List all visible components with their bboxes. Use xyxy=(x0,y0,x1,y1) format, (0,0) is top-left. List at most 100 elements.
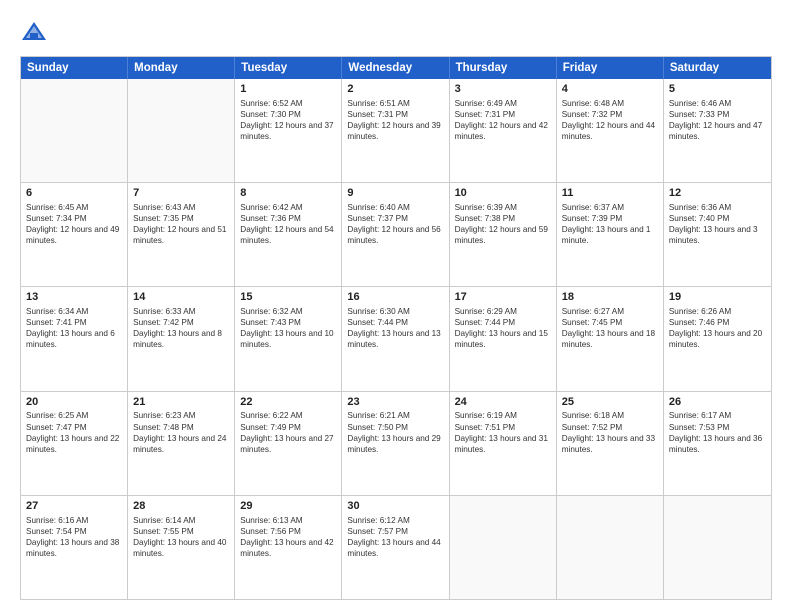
calendar-cell xyxy=(557,496,664,599)
day-info: Sunrise: 6:21 AM Sunset: 7:50 PM Dayligh… xyxy=(347,410,443,454)
day-info: Sunrise: 6:25 AM Sunset: 7:47 PM Dayligh… xyxy=(26,410,122,454)
calendar-cell: 20Sunrise: 6:25 AM Sunset: 7:47 PM Dayli… xyxy=(21,392,128,495)
day-number: 22 xyxy=(240,395,336,410)
calendar-cell: 5Sunrise: 6:46 AM Sunset: 7:33 PM Daylig… xyxy=(664,79,771,182)
day-info: Sunrise: 6:39 AM Sunset: 7:38 PM Dayligh… xyxy=(455,202,551,246)
calendar-cell: 10Sunrise: 6:39 AM Sunset: 7:38 PM Dayli… xyxy=(450,183,557,286)
weekday-header-sunday: Sunday xyxy=(21,57,128,79)
day-info: Sunrise: 6:16 AM Sunset: 7:54 PM Dayligh… xyxy=(26,515,122,559)
day-info: Sunrise: 6:34 AM Sunset: 7:41 PM Dayligh… xyxy=(26,306,122,350)
calendar-cell: 3Sunrise: 6:49 AM Sunset: 7:31 PM Daylig… xyxy=(450,79,557,182)
day-number: 7 xyxy=(133,186,229,201)
day-info: Sunrise: 6:33 AM Sunset: 7:42 PM Dayligh… xyxy=(133,306,229,350)
calendar-cell: 1Sunrise: 6:52 AM Sunset: 7:30 PM Daylig… xyxy=(235,79,342,182)
day-info: Sunrise: 6:17 AM Sunset: 7:53 PM Dayligh… xyxy=(669,410,766,454)
day-info: Sunrise: 6:19 AM Sunset: 7:51 PM Dayligh… xyxy=(455,410,551,454)
day-info: Sunrise: 6:52 AM Sunset: 7:30 PM Dayligh… xyxy=(240,98,336,142)
calendar-cell: 8Sunrise: 6:42 AM Sunset: 7:36 PM Daylig… xyxy=(235,183,342,286)
day-info: Sunrise: 6:14 AM Sunset: 7:55 PM Dayligh… xyxy=(133,515,229,559)
day-info: Sunrise: 6:51 AM Sunset: 7:31 PM Dayligh… xyxy=(347,98,443,142)
calendar-cell: 30Sunrise: 6:12 AM Sunset: 7:57 PM Dayli… xyxy=(342,496,449,599)
day-info: Sunrise: 6:40 AM Sunset: 7:37 PM Dayligh… xyxy=(347,202,443,246)
calendar-cell xyxy=(21,79,128,182)
calendar-row-2: 6Sunrise: 6:45 AM Sunset: 7:34 PM Daylig… xyxy=(21,182,771,286)
day-info: Sunrise: 6:32 AM Sunset: 7:43 PM Dayligh… xyxy=(240,306,336,350)
day-number: 11 xyxy=(562,186,658,201)
day-number: 2 xyxy=(347,82,443,97)
page: SundayMondayTuesdayWednesdayThursdayFrid… xyxy=(0,0,792,612)
calendar-row-4: 20Sunrise: 6:25 AM Sunset: 7:47 PM Dayli… xyxy=(21,391,771,495)
calendar-cell: 11Sunrise: 6:37 AM Sunset: 7:39 PM Dayli… xyxy=(557,183,664,286)
day-number: 3 xyxy=(455,82,551,97)
calendar-cell: 25Sunrise: 6:18 AM Sunset: 7:52 PM Dayli… xyxy=(557,392,664,495)
calendar-cell xyxy=(664,496,771,599)
day-info: Sunrise: 6:27 AM Sunset: 7:45 PM Dayligh… xyxy=(562,306,658,350)
day-number: 21 xyxy=(133,395,229,410)
day-info: Sunrise: 6:42 AM Sunset: 7:36 PM Dayligh… xyxy=(240,202,336,246)
day-number: 28 xyxy=(133,499,229,514)
day-number: 16 xyxy=(347,290,443,305)
day-info: Sunrise: 6:30 AM Sunset: 7:44 PM Dayligh… xyxy=(347,306,443,350)
calendar-cell: 21Sunrise: 6:23 AM Sunset: 7:48 PM Dayli… xyxy=(128,392,235,495)
day-number: 8 xyxy=(240,186,336,201)
weekday-header-wednesday: Wednesday xyxy=(342,57,449,79)
day-info: Sunrise: 6:45 AM Sunset: 7:34 PM Dayligh… xyxy=(26,202,122,246)
weekday-header-friday: Friday xyxy=(557,57,664,79)
day-info: Sunrise: 6:18 AM Sunset: 7:52 PM Dayligh… xyxy=(562,410,658,454)
calendar-cell: 23Sunrise: 6:21 AM Sunset: 7:50 PM Dayli… xyxy=(342,392,449,495)
calendar-cell: 28Sunrise: 6:14 AM Sunset: 7:55 PM Dayli… xyxy=(128,496,235,599)
weekday-header-tuesday: Tuesday xyxy=(235,57,342,79)
calendar-cell: 29Sunrise: 6:13 AM Sunset: 7:56 PM Dayli… xyxy=(235,496,342,599)
calendar-cell: 6Sunrise: 6:45 AM Sunset: 7:34 PM Daylig… xyxy=(21,183,128,286)
day-number: 26 xyxy=(669,395,766,410)
day-number: 9 xyxy=(347,186,443,201)
day-number: 14 xyxy=(133,290,229,305)
calendar-body: 1Sunrise: 6:52 AM Sunset: 7:30 PM Daylig… xyxy=(21,79,771,599)
day-number: 30 xyxy=(347,499,443,514)
day-number: 24 xyxy=(455,395,551,410)
day-number: 12 xyxy=(669,186,766,201)
day-number: 17 xyxy=(455,290,551,305)
day-info: Sunrise: 6:48 AM Sunset: 7:32 PM Dayligh… xyxy=(562,98,658,142)
calendar-cell xyxy=(128,79,235,182)
calendar-cell: 17Sunrise: 6:29 AM Sunset: 7:44 PM Dayli… xyxy=(450,287,557,390)
calendar-header: SundayMondayTuesdayWednesdayThursdayFrid… xyxy=(21,57,771,79)
weekday-header-thursday: Thursday xyxy=(450,57,557,79)
day-info: Sunrise: 6:12 AM Sunset: 7:57 PM Dayligh… xyxy=(347,515,443,559)
day-number: 19 xyxy=(669,290,766,305)
calendar-cell: 26Sunrise: 6:17 AM Sunset: 7:53 PM Dayli… xyxy=(664,392,771,495)
calendar-cell: 27Sunrise: 6:16 AM Sunset: 7:54 PM Dayli… xyxy=(21,496,128,599)
day-info: Sunrise: 6:29 AM Sunset: 7:44 PM Dayligh… xyxy=(455,306,551,350)
calendar-cell xyxy=(450,496,557,599)
calendar-cell: 22Sunrise: 6:22 AM Sunset: 7:49 PM Dayli… xyxy=(235,392,342,495)
header xyxy=(20,18,772,46)
day-info: Sunrise: 6:23 AM Sunset: 7:48 PM Dayligh… xyxy=(133,410,229,454)
calendar-cell: 24Sunrise: 6:19 AM Sunset: 7:51 PM Dayli… xyxy=(450,392,557,495)
day-number: 23 xyxy=(347,395,443,410)
day-info: Sunrise: 6:46 AM Sunset: 7:33 PM Dayligh… xyxy=(669,98,766,142)
calendar-row-1: 1Sunrise: 6:52 AM Sunset: 7:30 PM Daylig… xyxy=(21,79,771,182)
calendar-cell: 19Sunrise: 6:26 AM Sunset: 7:46 PM Dayli… xyxy=(664,287,771,390)
day-number: 1 xyxy=(240,82,336,97)
day-info: Sunrise: 6:22 AM Sunset: 7:49 PM Dayligh… xyxy=(240,410,336,454)
day-number: 6 xyxy=(26,186,122,201)
calendar-cell: 14Sunrise: 6:33 AM Sunset: 7:42 PM Dayli… xyxy=(128,287,235,390)
day-number: 15 xyxy=(240,290,336,305)
calendar-cell: 13Sunrise: 6:34 AM Sunset: 7:41 PM Dayli… xyxy=(21,287,128,390)
day-info: Sunrise: 6:37 AM Sunset: 7:39 PM Dayligh… xyxy=(562,202,658,246)
calendar-cell: 15Sunrise: 6:32 AM Sunset: 7:43 PM Dayli… xyxy=(235,287,342,390)
day-number: 27 xyxy=(26,499,122,514)
day-info: Sunrise: 6:13 AM Sunset: 7:56 PM Dayligh… xyxy=(240,515,336,559)
logo-icon xyxy=(20,18,48,46)
day-number: 18 xyxy=(562,290,658,305)
day-info: Sunrise: 6:36 AM Sunset: 7:40 PM Dayligh… xyxy=(669,202,766,246)
day-info: Sunrise: 6:26 AM Sunset: 7:46 PM Dayligh… xyxy=(669,306,766,350)
calendar-cell: 7Sunrise: 6:43 AM Sunset: 7:35 PM Daylig… xyxy=(128,183,235,286)
calendar-cell: 16Sunrise: 6:30 AM Sunset: 7:44 PM Dayli… xyxy=(342,287,449,390)
day-number: 29 xyxy=(240,499,336,514)
calendar-cell: 9Sunrise: 6:40 AM Sunset: 7:37 PM Daylig… xyxy=(342,183,449,286)
day-number: 4 xyxy=(562,82,658,97)
weekday-header-saturday: Saturday xyxy=(664,57,771,79)
calendar-cell: 18Sunrise: 6:27 AM Sunset: 7:45 PM Dayli… xyxy=(557,287,664,390)
calendar-cell: 12Sunrise: 6:36 AM Sunset: 7:40 PM Dayli… xyxy=(664,183,771,286)
